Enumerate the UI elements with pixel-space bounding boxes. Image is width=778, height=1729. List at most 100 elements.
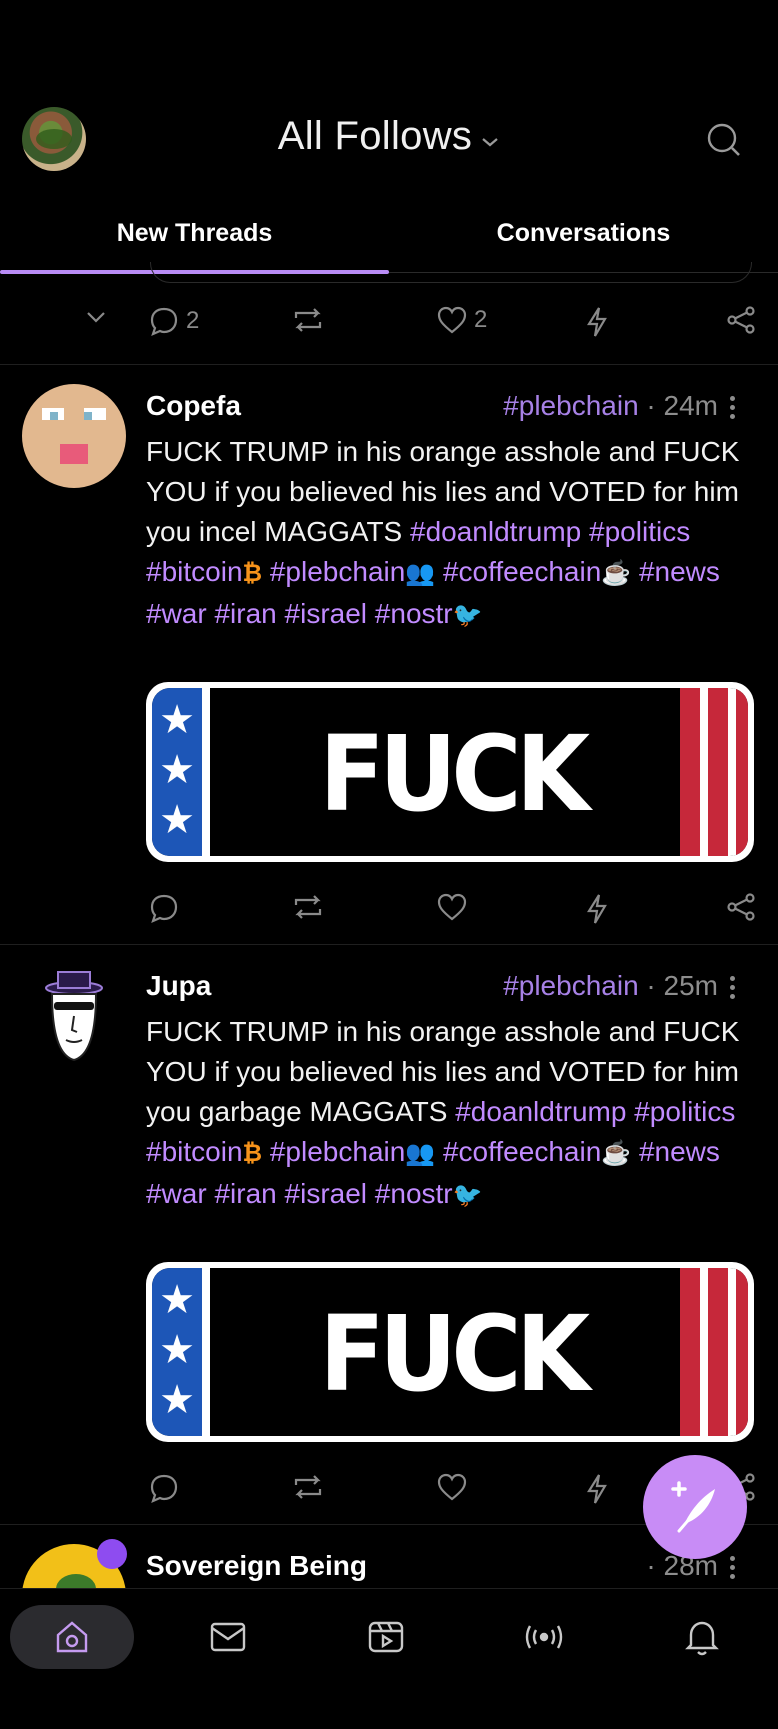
post-card[interactable]: Jupa #plebchain · 25m FUCK TRUMP in his … — [0, 944, 778, 1524]
hashtag[interactable]: #plebchain — [270, 556, 405, 587]
heart-icon — [436, 1472, 468, 1502]
hashtag[interactable]: #coffeechain — [443, 556, 601, 587]
people-icon: 👥 — [405, 560, 436, 587]
star-icon: ★ — [159, 1378, 195, 1422]
zap-button[interactable] — [585, 305, 609, 339]
post-time: · 24m — [646, 390, 718, 421]
post-time: · 25m — [646, 970, 718, 1001]
hashtag[interactable]: #israel — [285, 1178, 367, 1209]
repost-button[interactable] — [290, 305, 326, 335]
hashtag[interactable]: #politics — [589, 516, 690, 547]
hashtag[interactable]: #politics — [634, 1096, 735, 1127]
repost-button[interactable] — [290, 892, 326, 922]
post-card[interactable]: Copefa #plebchain · 24m FUCK TRUMP in hi… — [0, 364, 778, 944]
header: All Follows — [0, 0, 778, 215]
author-name[interactable]: Copefa — [146, 390, 241, 422]
lightning-icon — [585, 892, 609, 926]
zap-button[interactable] — [585, 892, 609, 926]
post-tag[interactable]: #plebchain — [503, 390, 638, 421]
compose-button[interactable] — [643, 1455, 747, 1559]
post-meta: #plebchain · 24m — [503, 390, 718, 422]
nav-relays[interactable] — [504, 1605, 584, 1669]
image-content: ★ ★ ★ FUCK TRUMP — [152, 1268, 748, 1436]
avatar[interactable] — [22, 384, 126, 488]
repost-icon — [290, 305, 326, 335]
nav-videos[interactable] — [346, 1605, 426, 1669]
heart-icon — [436, 892, 468, 922]
reply-icon — [148, 305, 180, 337]
hashtag[interactable]: #iran — [214, 598, 276, 629]
hashtag[interactable]: #plebchain — [270, 1136, 405, 1167]
image-text: FUCK TRUMP — [275, 1293, 635, 1436]
previous-card-edge — [150, 262, 752, 283]
avatar[interactable] — [22, 964, 126, 1068]
hashtag[interactable]: #war — [146, 1178, 207, 1209]
mail-icon — [208, 1620, 248, 1654]
like-button[interactable] — [436, 1472, 468, 1502]
heart-icon — [436, 305, 468, 335]
reply-icon — [148, 892, 180, 924]
repost-button[interactable] — [290, 1472, 326, 1502]
author-name[interactable]: Sovereign Being — [146, 1550, 367, 1582]
post-image[interactable]: ★ ★ ★ FUCK TRUMP — [146, 1262, 754, 1442]
post-tag[interactable]: #plebchain — [503, 970, 638, 1001]
like-button[interactable] — [436, 892, 468, 922]
chevron-down-icon[interactable] — [85, 310, 107, 324]
post-image[interactable]: ★ ★ ★ FUCK TRUMP — [146, 682, 754, 862]
more-options-icon[interactable] — [730, 972, 738, 1003]
hashtag[interactable]: #doanldtrump — [410, 516, 581, 547]
share-button[interactable] — [726, 305, 756, 335]
flag-stripes — [680, 1268, 748, 1436]
image-text: FUCK TRUMP — [275, 713, 635, 856]
repost-icon — [290, 892, 326, 922]
hashtag[interactable]: #news — [639, 1136, 720, 1167]
post-content: FUCK TRUMP in his orange asshole and FUC… — [146, 1012, 758, 1216]
post-actions — [0, 892, 778, 942]
hashtag[interactable]: #bitcoin — [146, 556, 243, 587]
bitcoin-icon: ₿ — [242, 1140, 263, 1167]
hashtag[interactable]: #nostr — [375, 598, 453, 629]
bottom-nav — [0, 1588, 778, 1729]
nav-home[interactable] — [10, 1605, 134, 1669]
hashtag[interactable]: #doanldtrump — [455, 1096, 626, 1127]
reply-icon — [148, 1472, 180, 1504]
ostrich-icon: 🐦 — [452, 602, 483, 629]
hashtag[interactable]: #war — [146, 598, 207, 629]
share-button[interactable] — [726, 892, 756, 922]
like-button[interactable]: 2 — [436, 305, 487, 335]
hashtag[interactable]: #nostr — [375, 1178, 453, 1209]
hashtag[interactable]: #coffeechain — [443, 1136, 601, 1167]
star-icon: ★ — [159, 798, 195, 842]
people-icon: 👥 — [405, 1140, 436, 1167]
flag-stripe — [202, 1268, 210, 1436]
star-icon: ★ — [159, 748, 195, 792]
share-icon — [726, 892, 756, 922]
post-actions: 2 2 — [0, 305, 778, 355]
reply-button[interactable] — [148, 1472, 180, 1504]
more-options-icon[interactable] — [730, 392, 738, 423]
video-icon — [366, 1617, 406, 1657]
post-content: FUCK TRUMP in his orange asshole and FUC… — [146, 432, 758, 636]
feed-selector[interactable]: All Follows — [0, 114, 778, 159]
nav-messages[interactable] — [188, 1605, 268, 1669]
share-icon — [726, 305, 756, 335]
flag-stripes — [680, 688, 748, 856]
author-name[interactable]: Jupa — [146, 970, 211, 1002]
hashtag[interactable]: #iran — [214, 1178, 276, 1209]
star-icon: ★ — [159, 1328, 195, 1372]
nav-notifications[interactable] — [662, 1605, 742, 1669]
reply-button[interactable] — [148, 892, 180, 924]
bell-icon — [683, 1617, 721, 1657]
hashtag[interactable]: #israel — [285, 598, 367, 629]
reply-button[interactable]: 2 — [148, 305, 199, 337]
image-content: ★ ★ ★ FUCK TRUMP — [152, 688, 748, 856]
lightning-icon — [585, 1472, 609, 1506]
lightning-icon — [585, 305, 609, 339]
more-options-icon[interactable] — [730, 1552, 738, 1583]
hashtag[interactable]: #bitcoin — [146, 1136, 243, 1167]
like-count: 2 — [474, 306, 488, 333]
hashtag[interactable]: #news — [639, 556, 720, 587]
verified-badge-icon — [97, 1539, 127, 1569]
zap-button[interactable] — [585, 1472, 609, 1506]
search-icon[interactable] — [706, 122, 742, 158]
